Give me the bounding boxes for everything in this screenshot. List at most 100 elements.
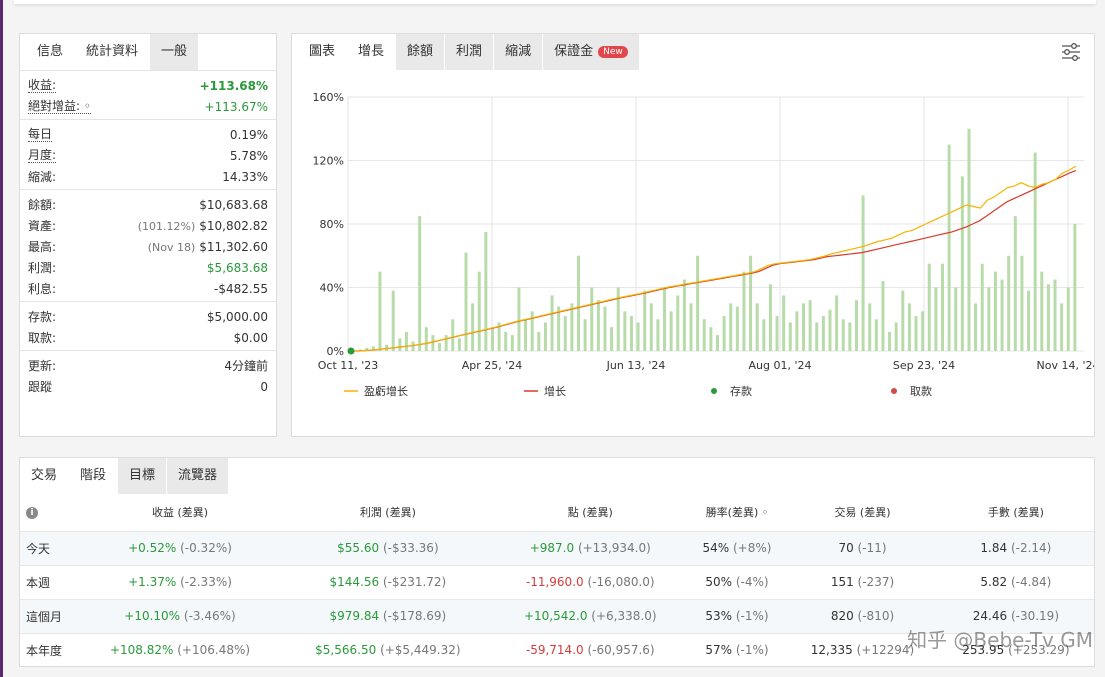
cell-value: -59,714.0	[525, 643, 584, 658]
cell-profit: $979.84 (-$178.69)	[282, 598, 494, 633]
profit-bar	[941, 263, 944, 351]
profit-bar	[610, 327, 614, 351]
stat-group: 每日 0.19% 月度: 5.78% 縮減: 14.33%	[20, 119, 276, 189]
x-tick-label: Aug 01, '24	[749, 359, 812, 372]
cell-diff: (-16,080.0)	[587, 575, 655, 589]
profit-bar	[782, 295, 786, 351]
profit-bar	[742, 271, 746, 351]
stat-value: 0	[260, 380, 268, 394]
profit-bar	[451, 319, 455, 351]
tab-chart[interactable]: 圖表	[298, 34, 348, 70]
profit-bar	[656, 319, 660, 351]
stat-label: 縮減:	[28, 170, 57, 184]
stat-value-text: $10,683.68	[199, 197, 268, 212]
tab-profit[interactable]: 利潤	[445, 34, 495, 70]
stat-label: 跟蹤	[28, 380, 53, 394]
stat-label: 利息:	[28, 282, 57, 296]
tab-browser[interactable]: 流覽器	[167, 458, 230, 494]
stat-row: 存款: $5,000.00	[28, 306, 268, 327]
profit-bar	[768, 284, 772, 351]
stats-list: 收益: +113.68% 絕對增益: ◦ +113.67% 每日 0.19% 月度: 5.78…	[20, 70, 276, 399]
stat-row: 跟蹤 0	[28, 376, 268, 397]
period-name: 本年度	[20, 632, 78, 667]
x-tick-label: Sep 23, '24	[893, 359, 955, 372]
cell-value: $55.60	[337, 541, 380, 555]
profit-bar	[596, 300, 600, 351]
stat-value: 5.78%	[230, 149, 268, 163]
profit-bar	[682, 279, 686, 351]
cell-diff: (-1%)	[735, 643, 769, 658]
stat-label[interactable]: 月度:	[28, 148, 57, 163]
cell-value: 1.84	[980, 541, 1008, 555]
cell-diff: (-$33.36)	[382, 541, 439, 555]
stat-row: 取款: $0.00	[28, 327, 268, 348]
new-badge: New	[598, 45, 628, 58]
profit-bar	[477, 271, 481, 351]
stats-tabs: 信息 統計資料 一般	[20, 34, 276, 70]
tab-trades[interactable]: 交易	[20, 458, 70, 494]
stat-value-text: 4分鐘前	[224, 359, 268, 373]
cell-diff: (-0.32%)	[180, 541, 232, 555]
tab-growth[interactable]: 增長	[347, 34, 397, 70]
stat-value-note: (Nov 18)	[147, 240, 196, 254]
stat-value-text: +113.67%	[204, 99, 268, 114]
stats-panel: 信息 統計資料 一般 收益: +113.68% 絕對增益: ◦ +113.67% 每日 0…	[19, 33, 277, 437]
cell-value: $979.84	[329, 609, 380, 623]
header-profit: 利潤 (差異)	[359, 506, 416, 520]
cell-value: +10.10%	[124, 609, 181, 623]
tab-margin[interactable]: 保證金 New	[543, 34, 640, 70]
cell-value: +987.0	[529, 541, 575, 555]
info-icon[interactable]: i	[26, 507, 38, 520]
tab-general[interactable]: 一般	[150, 34, 200, 70]
cell-growth: +108.82% (+106.48%)	[78, 632, 282, 667]
profit-bar	[557, 306, 561, 351]
profit-bar	[874, 319, 878, 351]
stat-row: 資產: (101.12%) $10,802.82	[28, 215, 268, 236]
stat-label[interactable]: 每日	[28, 127, 53, 142]
header-growth: 收益 (差異)	[151, 506, 209, 520]
stat-value-text: $5,000.00	[206, 309, 268, 324]
x-tick-label: Oct 11, '23	[318, 359, 379, 372]
stat-label[interactable]: 收益:	[28, 78, 57, 93]
profit-bar	[894, 322, 898, 351]
profit-bar	[967, 128, 971, 351]
profit-bar	[590, 287, 594, 351]
cell-diff: (-3.46%)	[183, 609, 236, 623]
profit-bar	[391, 290, 395, 351]
stat-value: 4分鐘前	[224, 357, 268, 374]
stat-label[interactable]: 絕對增益: ◦	[28, 99, 91, 114]
growth-line	[352, 169, 1077, 352]
header-win-rate: 勝率(差異) ◦	[705, 506, 769, 520]
stat-row: 每日 0.19%	[28, 124, 268, 145]
profit-bar	[795, 311, 799, 351]
cell-value: -11,960.0	[525, 575, 584, 589]
stat-value: (101.12%) $10,802.82	[138, 219, 268, 233]
stat-label: 取款:	[28, 331, 57, 345]
stat-value: $0.00	[234, 331, 268, 345]
cell-value: 57%	[705, 643, 733, 658]
tab-goals[interactable]: 目標	[118, 458, 168, 494]
cell-value: +10,542.0	[523, 609, 588, 623]
stat-row: 更新: 4分鐘前	[28, 355, 268, 376]
stat-value-text: -$482.55	[214, 281, 268, 296]
profit-bar	[570, 303, 574, 351]
settings-sliders-icon[interactable]	[1060, 42, 1082, 62]
tab-drawdown[interactable]: 縮減	[494, 34, 544, 70]
cell-trades: 70 (-11)	[787, 530, 938, 565]
stat-value-text: $11,302.60	[199, 239, 268, 254]
profit-bar	[577, 255, 580, 351]
profit-bar	[643, 290, 647, 351]
profit-bar	[749, 255, 753, 351]
profit-bar	[993, 271, 997, 351]
profit-bar	[974, 303, 978, 351]
profit-bar	[629, 316, 633, 351]
profit-bar	[696, 255, 700, 351]
tab-balance[interactable]: 餘額	[396, 34, 446, 70]
profit-bar	[550, 295, 554, 351]
profit-bar	[418, 216, 422, 351]
legend-label: 存款	[730, 384, 752, 398]
profit-bar	[1020, 255, 1024, 351]
tab-info[interactable]: 信息	[26, 34, 76, 70]
tab-statistics[interactable]: 統計資料	[75, 34, 151, 70]
tab-periods[interactable]: 階段	[69, 458, 119, 494]
